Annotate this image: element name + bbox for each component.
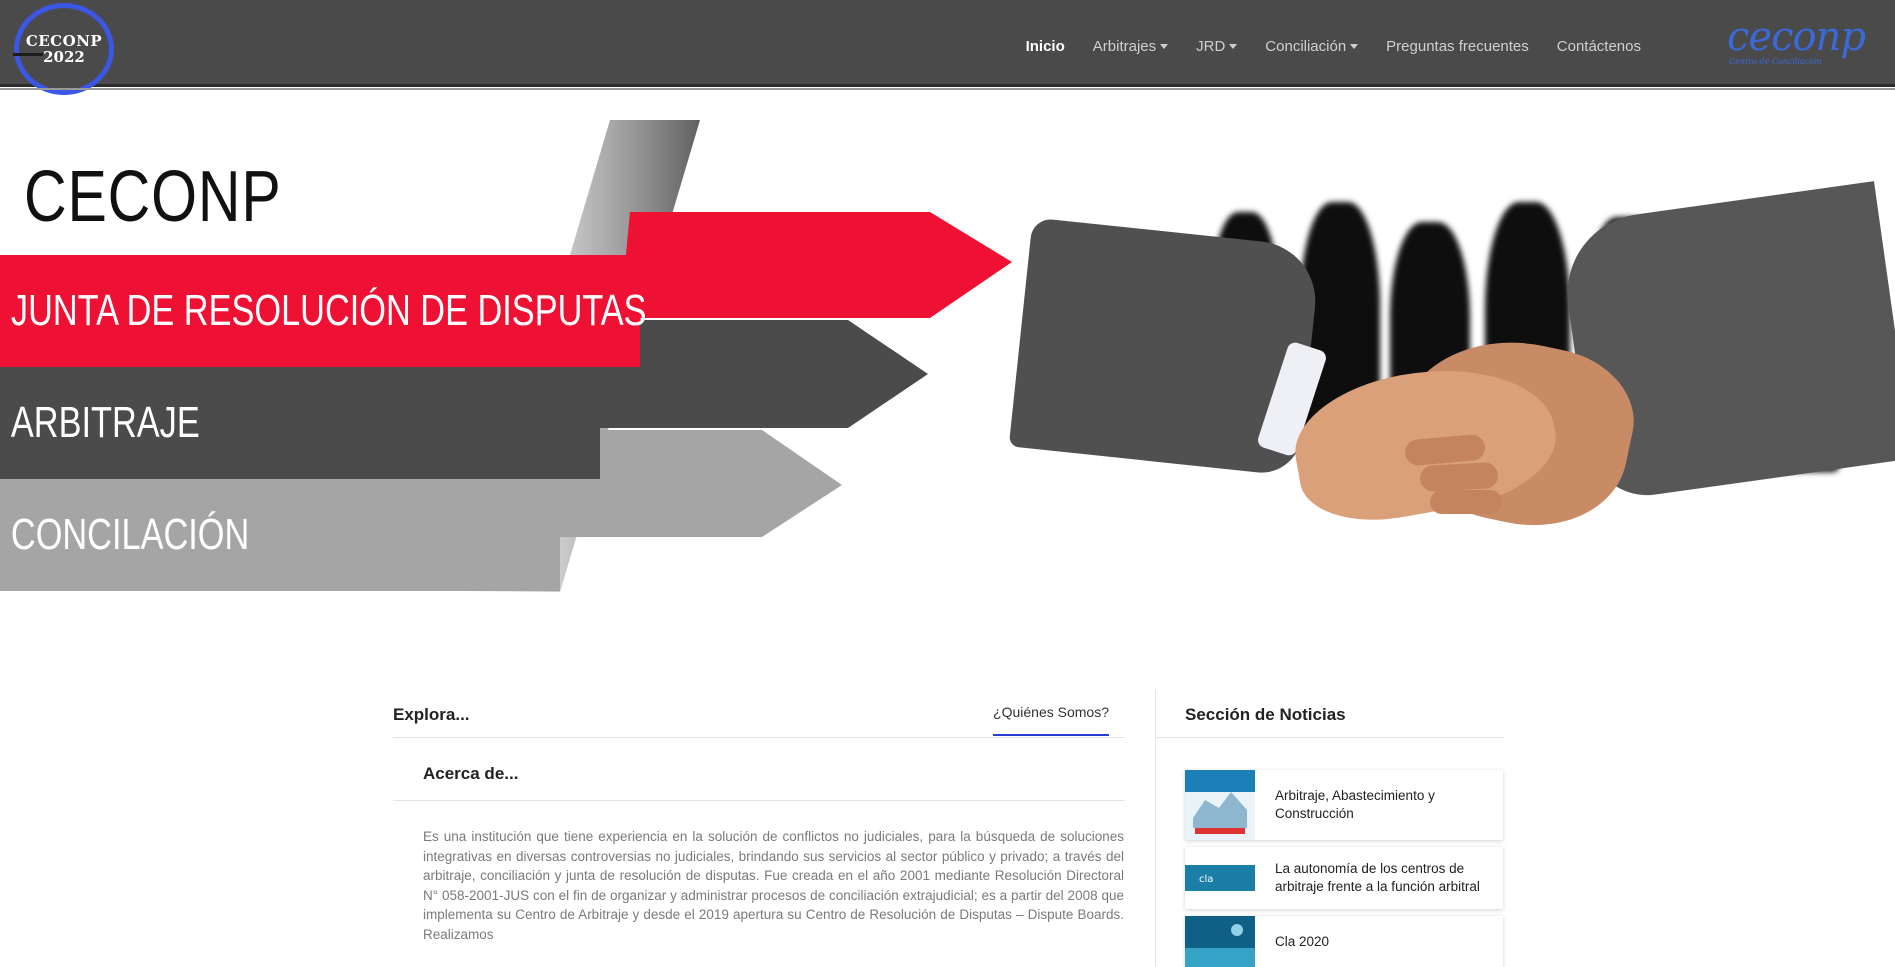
news-item[interactable]: Arbitraje, Abastecimiento y Construcción [1185,770,1503,840]
news-item[interactable]: Cla 2020 [1185,916,1503,967]
about-divider [393,800,1125,801]
handshake-image [1008,172,1895,592]
arrow-red [620,212,1012,318]
nav-preguntas-label: Preguntas frecuentes [1386,38,1529,55]
news-section: Sección de Noticias Arbitraje, Abastecim… [1156,690,1504,967]
nav-preguntas[interactable]: Preguntas frecuentes [1372,38,1543,55]
news-item[interactable]: cla La autonomía de los centros de arbit… [1185,847,1503,909]
explore-section: Explora... ¿Quiénes Somos? Acerca de... … [393,690,1125,944]
svg-text:cla: cla [1199,874,1213,885]
caret-down-icon [1350,44,1359,49]
caret-down-icon [1160,44,1169,49]
hero-banner: CECONP JUNTA DE RESOLUCIÓN DE DISPUTAS A… [0,120,1895,592]
brand-small-text: Centro de Conciliación [1729,57,1822,66]
logo-bar [13,53,43,56]
explore-header: Explora... ¿Quiénes Somos? [393,690,1125,738]
band-arbitraje: ARBITRAJE [0,367,600,479]
nav-arbitrajes[interactable]: Arbitrajes [1079,38,1182,55]
band-conciliacion-text: CONCILACIÓN [10,510,250,559]
brand-script-text: ceconp [1727,14,1866,60]
nav-arbitrajes-label: Arbitrajes [1092,38,1157,55]
nav-contactenos[interactable]: Contáctenos [1543,38,1655,55]
band-conciliacion: CONCILACIÓN [0,479,560,591]
top-navbar: CECONP 2022 Inicio Arbitrajes JRD Concil… [0,0,1895,95]
nav-conciliacion-label: Conciliación [1265,38,1347,55]
news-thumbnail [1185,916,1255,967]
nav-jrd-label: JRD [1196,38,1226,55]
main-nav: Inicio Arbitrajes JRD Conciliación Pregu… [1012,38,1655,55]
news-thumbnail [1185,770,1255,840]
nav-inicio-label: Inicio [1025,38,1065,55]
news-item-title: Cla 2020 [1275,933,1330,949]
explore-heading: Explora... [393,705,470,724]
tab-quienes-somos[interactable]: ¿Quiénes Somos? [993,704,1109,736]
logo-text: CECONP [25,32,103,50]
news-item-title: La autonomía de los centros de arbitraje… [1275,861,1480,894]
hero-title: CECONP [24,157,282,237]
news-item-title: Arbitraje, Abastecimiento y Construcción [1275,788,1435,821]
nav-inicio[interactable]: Inicio [1012,38,1079,55]
news-heading: Sección de Noticias [1185,705,1346,724]
logo-year: 2022 [43,48,85,66]
ceconp-logo[interactable]: CECONP 2022 [13,3,114,95]
brand-logo-script[interactable]: ceconp Centro de Conciliación [1727,14,1866,74]
band-arbitraje-text: ARBITRAJE [10,398,200,447]
nav-contactenos-label: Contáctenos [1556,38,1641,55]
about-title: Acerca de... [423,764,519,783]
news-header: Sección de Noticias [1156,690,1504,738]
nav-jrd[interactable]: JRD [1182,38,1251,55]
band-jrd-text: JUNTA DE RESOLUCIÓN DE DISPUTAS [10,286,647,335]
news-thumbnail: cla [1185,847,1255,909]
caret-down-icon [1229,44,1238,49]
about-text: Es una institución que tiene experiencia… [423,829,1124,942]
nav-conciliacion[interactable]: Conciliación [1251,38,1372,55]
band-jrd: JUNTA DE RESOLUCIÓN DE DISPUTAS [0,255,647,367]
